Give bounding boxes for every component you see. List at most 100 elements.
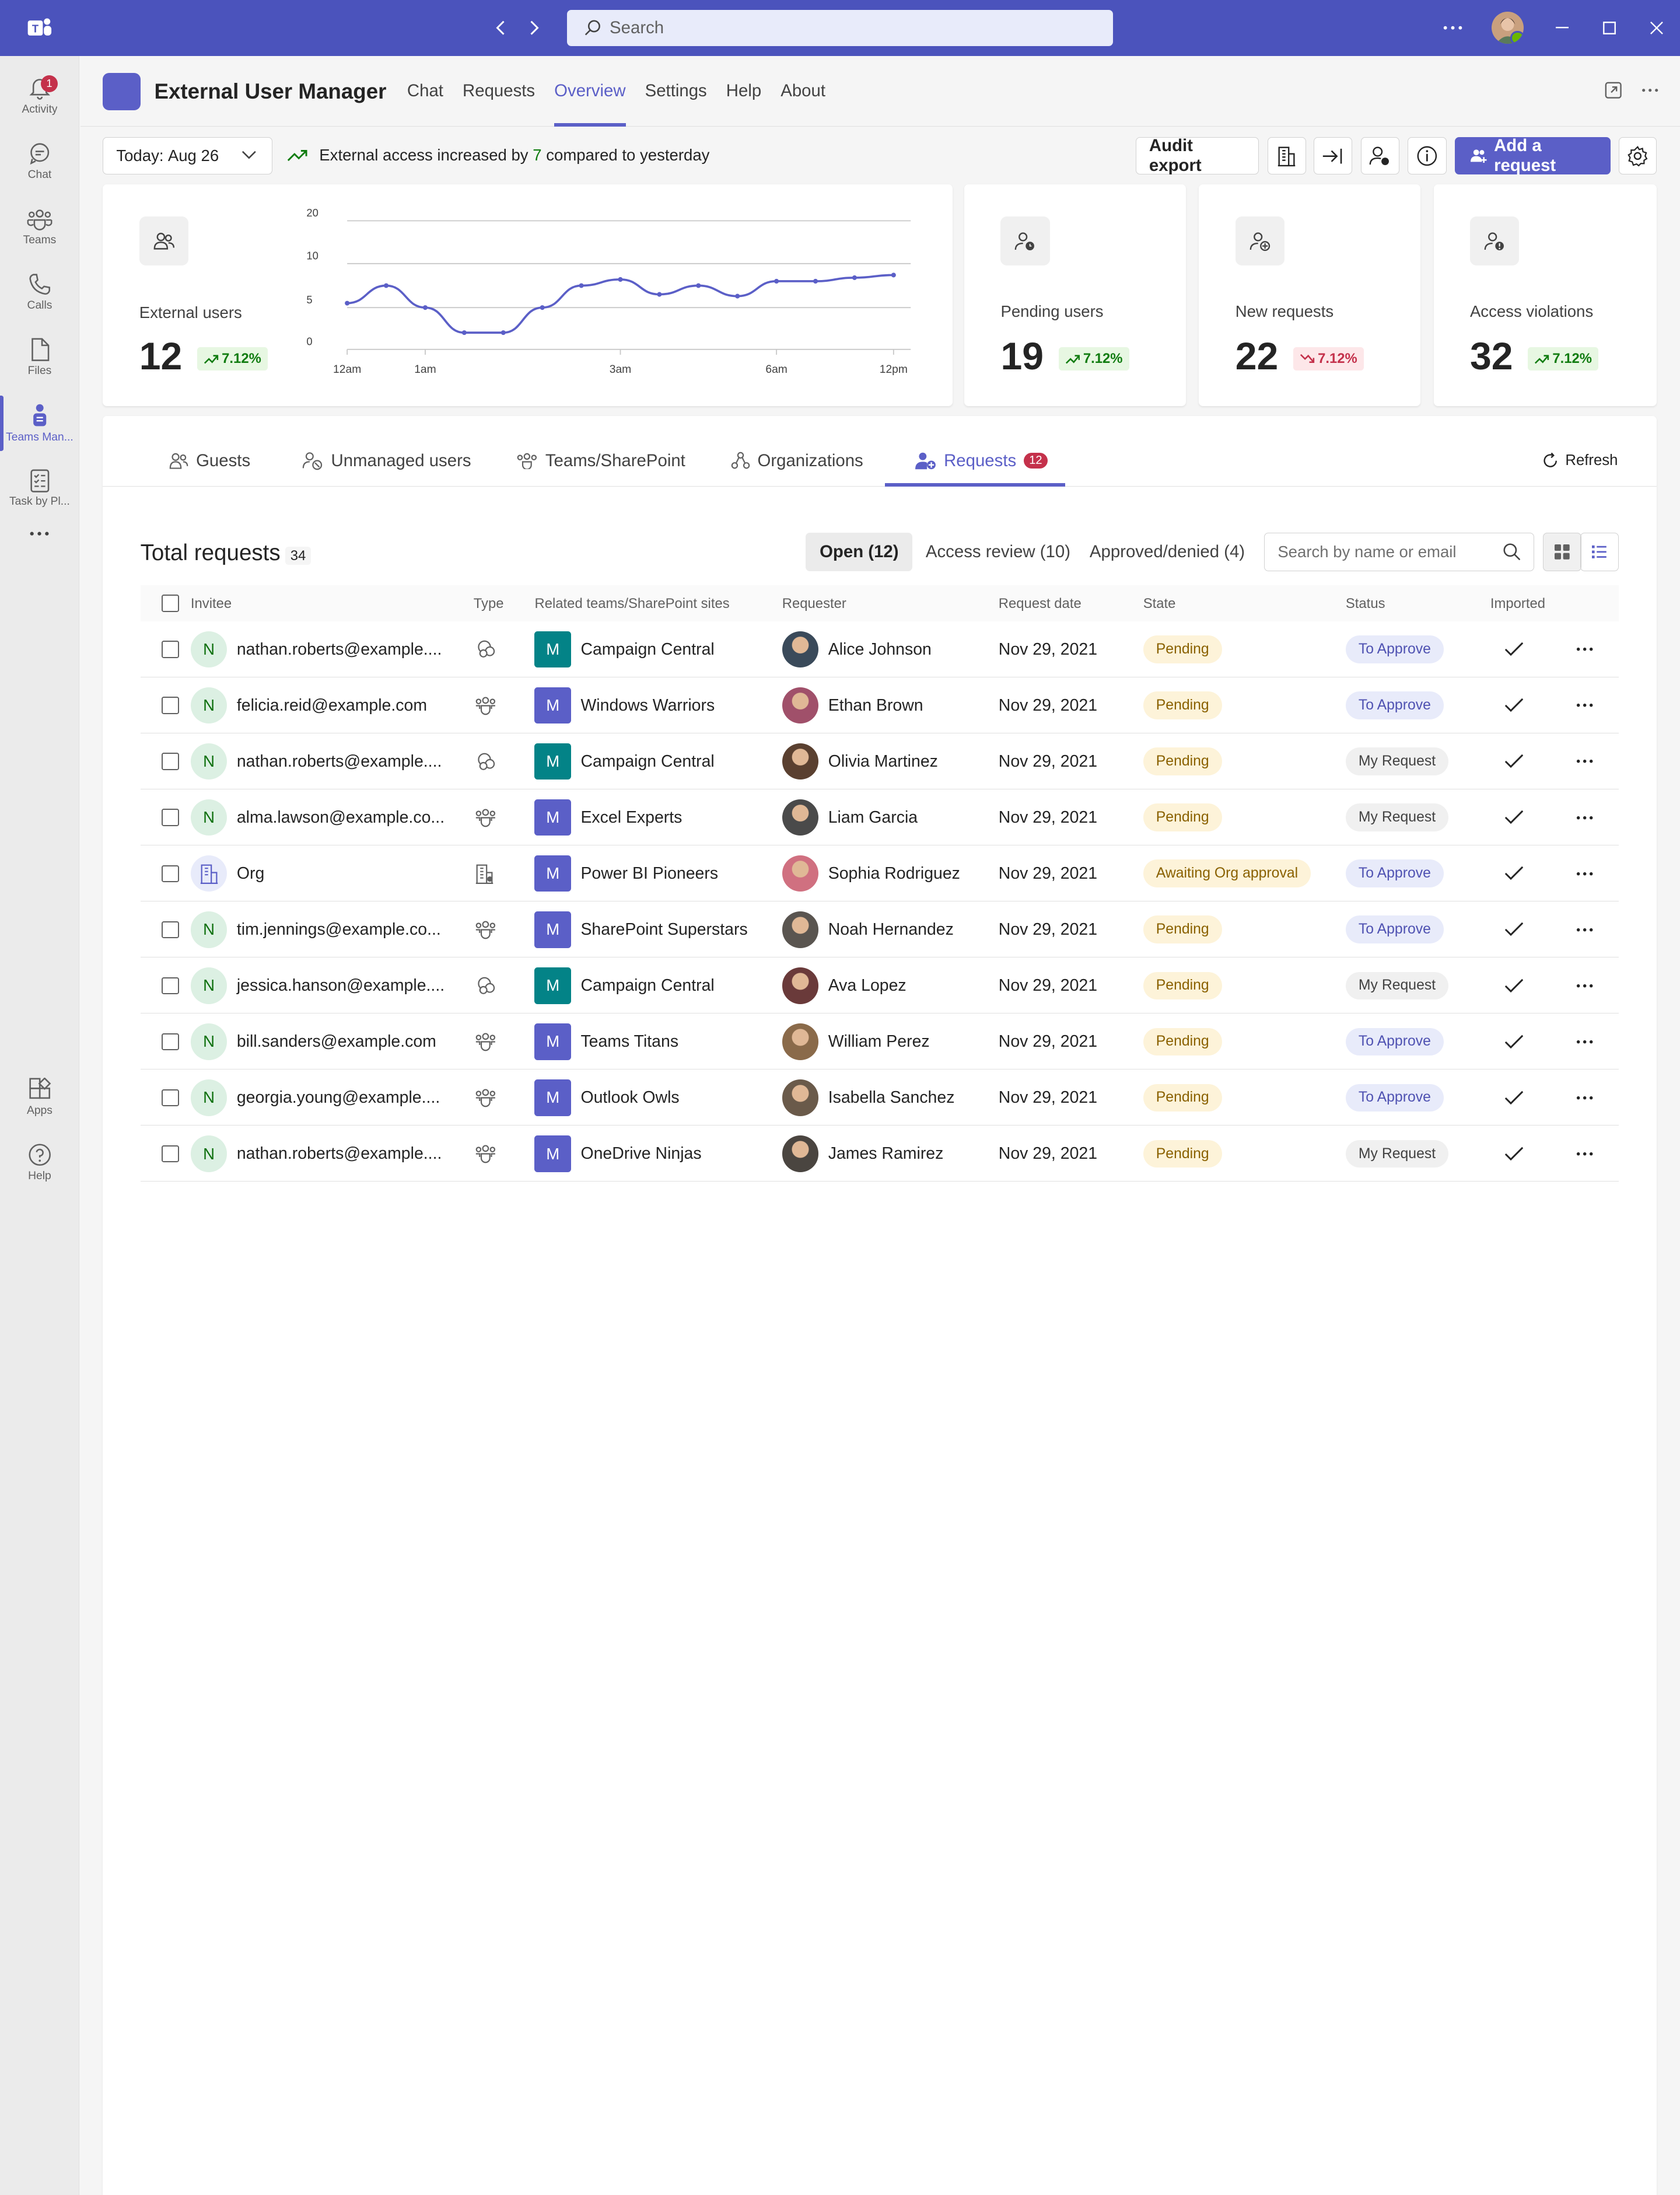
rail-item-help[interactable]: Help <box>0 1131 79 1195</box>
table-row[interactable]: Nalma.lawson@example.co... M Excel Experts… <box>140 789 1619 845</box>
teams-logo-icon[interactable]: T <box>26 15 54 41</box>
row-checkbox[interactable] <box>162 753 179 770</box>
tab-requests[interactable]: Requests 12 <box>915 435 1048 487</box>
rail-item-tasks[interactable]: Task by Pl... <box>0 456 79 520</box>
team-name[interactable]: Outlook Owls <box>580 1088 679 1107</box>
tab-overview[interactable]: Overview <box>545 56 635 127</box>
tab-chat[interactable]: Chat <box>397 56 453 127</box>
filter-approved-denied[interactable]: Approved/denied (4) <box>1076 533 1259 571</box>
invitee-email[interactable]: nathan.roberts@example.... <box>237 640 442 659</box>
invitee-email[interactable]: georgia.young@example.... <box>237 1088 440 1107</box>
rail-item-activity[interactable]: Activity 1 <box>0 64 79 128</box>
rail-item-calls[interactable]: Calls <box>0 260 79 324</box>
global-search-input[interactable]: Search <box>566 9 1114 46</box>
close-button[interactable] <box>1633 0 1680 56</box>
row-checkbox[interactable] <box>162 865 179 882</box>
rail-item-teams[interactable]: Teams <box>0 195 79 259</box>
invitee-email[interactable]: felicia.reid@example.com <box>237 696 427 715</box>
select-all-checkbox[interactable] <box>162 595 179 612</box>
more-horizontal-icon[interactable] <box>1642 82 1658 99</box>
refresh-button[interactable]: Refresh <box>1542 435 1618 487</box>
rail-item-files[interactable]: Files <box>0 326 79 390</box>
table-row[interactable]: Njessica.hanson@example.... M Campaign Cen… <box>140 958 1619 1014</box>
tab-guests[interactable]: Guests <box>169 435 250 487</box>
minimize-button[interactable] <box>1539 0 1586 56</box>
info-button[interactable] <box>1408 137 1447 175</box>
column-header[interactable]: Requester <box>782 596 846 612</box>
team-name[interactable]: Campaign Central <box>580 640 714 659</box>
row-checkbox[interactable] <box>162 641 179 658</box>
grid-view-button[interactable] <box>1542 532 1581 571</box>
column-header[interactable]: Invitee <box>191 596 232 612</box>
column-header[interactable]: Status <box>1346 596 1385 612</box>
row-more-button[interactable] <box>1576 958 1593 1014</box>
team-name[interactable]: Teams Titans <box>580 1032 678 1051</box>
add-request-button[interactable]: Add a request <box>1455 136 1611 175</box>
row-more-button[interactable] <box>1576 677 1593 733</box>
team-name[interactable]: Campaign Central <box>580 976 714 995</box>
filter-open[interactable]: Open (12) <box>806 532 913 571</box>
rail-item-apps[interactable]: Apps <box>0 1065 79 1130</box>
collapse-panel-button[interactable] <box>1313 137 1352 175</box>
table-row[interactable]: Nbill.sanders@example.com M Teams Titans Wi… <box>140 1014 1619 1070</box>
column-header[interactable]: Imported <box>1490 596 1545 612</box>
user-settings-button[interactable] <box>1360 137 1399 175</box>
table-row[interactable]: Nnathan.roberts@example.... M Campaign Cen… <box>140 621 1619 677</box>
popout-icon[interactable] <box>1605 82 1622 99</box>
team-name[interactable]: Campaign Central <box>580 752 714 771</box>
tab-requests[interactable]: Requests <box>453 56 545 127</box>
rail-item-chat[interactable]: Chat <box>0 130 79 194</box>
audit-export-button[interactable]: Audit export <box>1135 136 1259 175</box>
row-checkbox[interactable] <box>162 1145 179 1163</box>
filter-access-review[interactable]: Access review (10) <box>912 533 1084 571</box>
user-avatar[interactable] <box>1491 12 1524 44</box>
row-more-button[interactable] <box>1576 902 1593 958</box>
team-name[interactable]: Excel Experts <box>580 808 682 827</box>
invitee-email[interactable]: tim.jennings@example.co... <box>237 920 441 939</box>
requests-search-input[interactable]: Search by name or email <box>1264 532 1535 571</box>
row-more-button[interactable] <box>1576 789 1593 845</box>
table-row[interactable]: Nnathan.roberts@example.... M Campaign Cen… <box>140 733 1619 789</box>
row-more-button[interactable] <box>1576 1014 1593 1070</box>
invitee-email[interactable]: bill.sanders@example.com <box>237 1032 436 1051</box>
date-selector[interactable]: Today: Aug 26 <box>103 137 272 175</box>
tab-help[interactable]: Help <box>716 56 771 127</box>
row-checkbox[interactable] <box>162 1089 179 1107</box>
back-button[interactable] <box>489 16 512 40</box>
tab-unmanaged-users[interactable]: Unmanaged users <box>302 435 471 487</box>
table-row[interactable]: Org M Power BI Pioneers Sophia Rodriguez Nov… <box>140 846 1619 902</box>
rail-item-teams-manager[interactable]: Teams Man... <box>0 391 79 455</box>
column-header[interactable]: State <box>1143 596 1176 612</box>
tab-settings[interactable]: Settings <box>635 56 716 127</box>
table-row[interactable]: Ngeorgia.young@example.... M Outlook Owls I… <box>140 1070 1619 1126</box>
more-options-button[interactable] <box>1429 26 1476 30</box>
maximize-button[interactable] <box>1586 0 1633 56</box>
rail-more-button[interactable] <box>0 515 79 553</box>
row-checkbox[interactable] <box>162 977 179 995</box>
row-more-button[interactable] <box>1576 1126 1593 1182</box>
org-report-button[interactable] <box>1267 137 1306 175</box>
tab-teams-sharepoint[interactable]: Teams/SharePoint <box>516 435 685 487</box>
row-more-button[interactable] <box>1576 846 1593 902</box>
column-header[interactable]: Request date <box>999 596 1082 612</box>
invitee-email[interactable]: Org <box>237 864 264 883</box>
row-checkbox[interactable] <box>162 921 179 938</box>
invitee-email[interactable]: nathan.roberts@example.... <box>237 752 442 771</box>
row-more-button[interactable] <box>1576 621 1593 677</box>
column-header[interactable]: Related teams/SharePoint sites <box>534 596 729 612</box>
table-row[interactable]: Nnathan.roberts@example.... M OneDrive Nin… <box>140 1126 1619 1182</box>
tab-about[interactable]: About <box>771 56 835 127</box>
invitee-email[interactable]: jessica.hanson@example.... <box>237 976 444 995</box>
table-row[interactable]: Nfelicia.reid@example.com M Windows Warrio… <box>140 677 1619 733</box>
invitee-email[interactable]: alma.lawson@example.co... <box>237 808 444 827</box>
team-name[interactable]: Windows Warriors <box>580 696 715 715</box>
row-checkbox[interactable] <box>162 697 179 714</box>
row-checkbox[interactable] <box>162 809 179 826</box>
team-name[interactable]: OneDrive Ninjas <box>580 1144 701 1163</box>
team-name[interactable]: SharePoint Superstars <box>580 920 747 939</box>
table-row[interactable]: Ntim.jennings@example.co... M SharePoint S… <box>140 902 1619 958</box>
team-name[interactable]: Power BI Pioneers <box>580 864 718 883</box>
row-checkbox[interactable] <box>162 1033 179 1051</box>
list-view-button[interactable] <box>1580 532 1619 571</box>
invitee-email[interactable]: nathan.roberts@example.... <box>237 1144 442 1163</box>
